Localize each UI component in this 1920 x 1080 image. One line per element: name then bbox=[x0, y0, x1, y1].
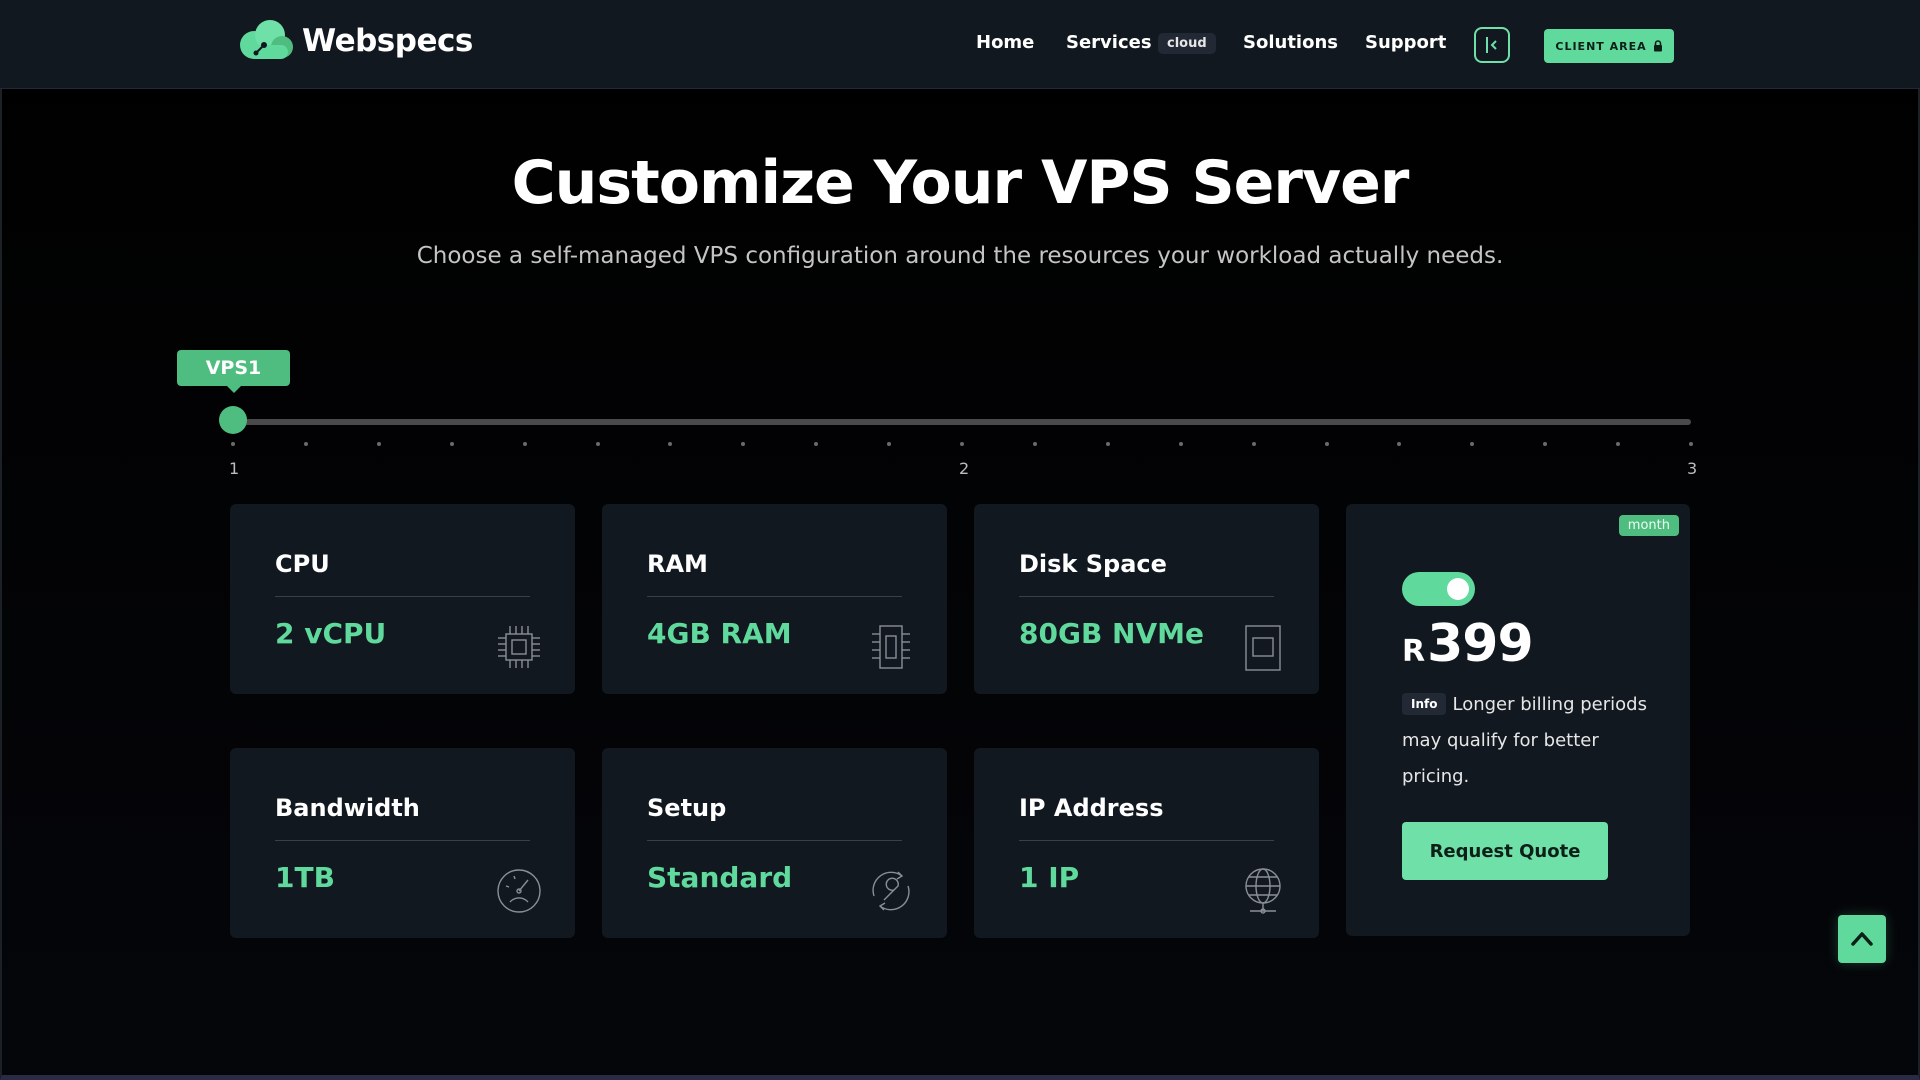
spec-card-title: RAM bbox=[647, 550, 708, 578]
request-quote-button[interactable]: Request Quote bbox=[1402, 822, 1608, 880]
billing-toggle[interactable] bbox=[1402, 572, 1475, 606]
sidebar-toggle-button[interactable] bbox=[1474, 27, 1510, 63]
card-divider bbox=[275, 596, 530, 597]
spec-card-cpu: CPU 2 vCPU bbox=[230, 504, 575, 694]
scroll-to-top-button[interactable] bbox=[1838, 915, 1886, 963]
slider-tick-label-2: 2 bbox=[959, 459, 970, 478]
spec-card-ram: RAM 4GB RAM bbox=[602, 504, 947, 694]
disk-icon bbox=[1245, 625, 1281, 671]
spec-card-title: IP Address bbox=[1019, 794, 1164, 822]
lock-icon bbox=[1653, 40, 1662, 52]
gauge-icon bbox=[497, 869, 541, 913]
brand-logo[interactable]: Webspecs bbox=[234, 17, 473, 65]
wrench-icon bbox=[872, 871, 910, 911]
client-area-button[interactable]: CLIENT AREA bbox=[1544, 29, 1674, 63]
spec-card-title: CPU bbox=[275, 550, 330, 578]
spec-card-value: 1 IP bbox=[1019, 861, 1080, 894]
spec-card-value: 80GB NVMe bbox=[1019, 617, 1204, 650]
price-currency: R bbox=[1402, 634, 1426, 669]
plan-slider-thumb[interactable] bbox=[219, 406, 247, 434]
spec-card-value: 1TB bbox=[275, 861, 335, 894]
nav-solutions[interactable]: Solutions bbox=[1243, 32, 1338, 53]
chevron-up-icon bbox=[1851, 932, 1873, 946]
price-display: R 399 bbox=[1402, 614, 1534, 674]
info-badge: Info bbox=[1402, 693, 1447, 715]
cloud-logo-icon bbox=[240, 20, 293, 59]
cpu-icon bbox=[498, 626, 540, 668]
nav-support[interactable]: Support bbox=[1365, 32, 1446, 53]
nav-services[interactable]: Services bbox=[1066, 32, 1152, 53]
spec-card-disk: Disk Space 80GB NVMe bbox=[974, 504, 1319, 694]
spec-card-title: Disk Space bbox=[1019, 550, 1167, 578]
pricing-info: Info Longer billing periods may qualify f… bbox=[1402, 687, 1652, 795]
chevron-left-icon bbox=[1486, 37, 1497, 53]
spec-card-value: Standard bbox=[647, 861, 793, 894]
plan-slider-track[interactable] bbox=[235, 419, 1691, 425]
slider-tick bbox=[960, 442, 964, 446]
page-subtitle: Choose a self-managed VPS configuration … bbox=[416, 243, 1504, 269]
slider-tick-label-3: 3 bbox=[1687, 459, 1698, 478]
spec-card-setup: Setup Standard bbox=[602, 748, 947, 938]
top-navbar: Webspecs Home Services cloud Solutions S… bbox=[0, 0, 1920, 89]
slider-tick bbox=[1105, 442, 1110, 446]
spec-card-title: Bandwidth bbox=[275, 794, 420, 822]
card-divider bbox=[275, 840, 530, 841]
spec-card-title: Setup bbox=[647, 794, 727, 822]
slider-tick bbox=[595, 442, 600, 446]
spec-card-value: 4GB RAM bbox=[647, 617, 792, 650]
slider-value-tooltip: VPS1 bbox=[177, 350, 290, 393]
slider-tick bbox=[303, 442, 308, 446]
brand-name: Webspecs bbox=[302, 23, 473, 59]
slider-tick bbox=[1032, 442, 1037, 446]
spec-card-bandwidth: Bandwidth 1TB bbox=[230, 748, 575, 938]
billing-period-badge: month bbox=[1618, 515, 1679, 536]
memory-icon bbox=[872, 625, 910, 669]
spec-card-value: 2 vCPU bbox=[275, 617, 387, 650]
slider-tick bbox=[522, 442, 527, 446]
card-divider bbox=[1019, 840, 1274, 841]
price-amount: 399 bbox=[1427, 614, 1534, 674]
slider-tick bbox=[1689, 442, 1693, 446]
nav-home[interactable]: Home bbox=[976, 32, 1034, 53]
spec-card-ip: IP Address 1 IP bbox=[974, 748, 1319, 938]
slider-tick bbox=[376, 442, 381, 446]
slider-tick bbox=[1251, 442, 1256, 446]
pricing-card: month R 399 Info Longer billing periods m… bbox=[1346, 504, 1690, 936]
card-divider bbox=[647, 840, 902, 841]
slider-tick bbox=[449, 442, 454, 446]
slider-tick bbox=[1178, 442, 1183, 446]
globe-icon bbox=[1245, 868, 1281, 914]
slider-tick bbox=[1324, 442, 1329, 446]
services-cloud-badge: cloud bbox=[1158, 33, 1216, 54]
card-divider bbox=[1019, 596, 1274, 597]
card-divider bbox=[647, 596, 902, 597]
slider-tick-label-1: 1 bbox=[229, 459, 240, 478]
page-title: Customize Your VPS Server bbox=[511, 148, 1410, 218]
client-area-label: CLIENT AREA bbox=[1555, 39, 1647, 53]
slider-tick bbox=[231, 442, 235, 446]
